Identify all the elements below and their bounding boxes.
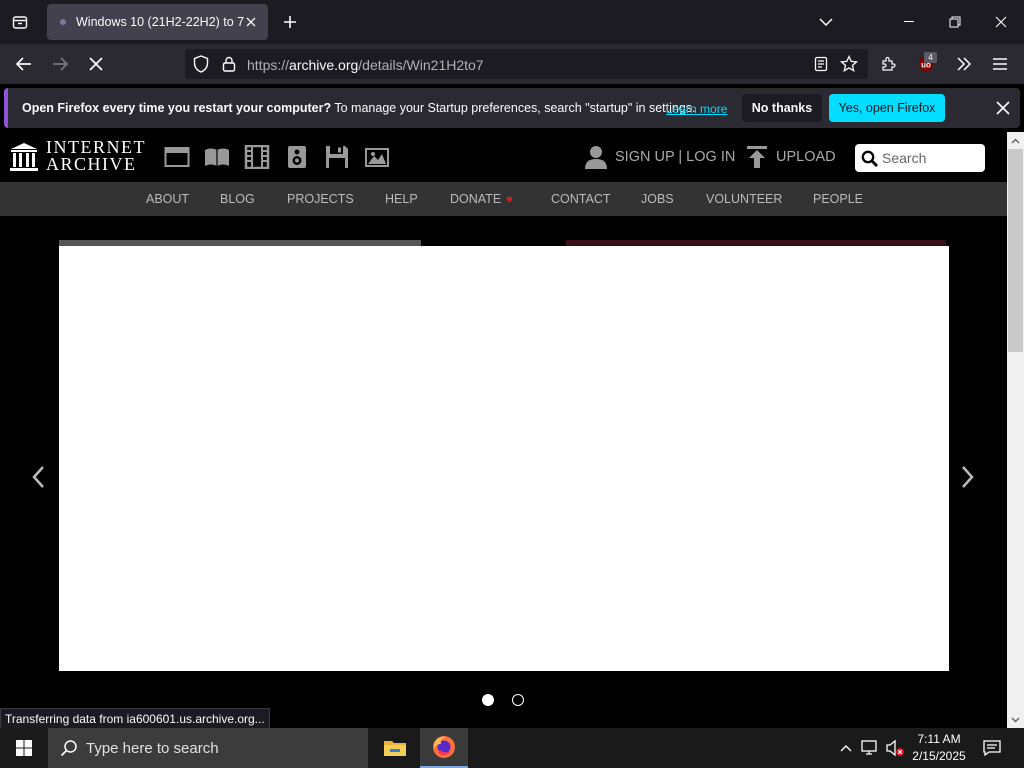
archive-logo-icon[interactable]: [10, 142, 38, 172]
audio-icon[interactable]: [284, 145, 310, 169]
nav-about[interactable]: ABOUT: [146, 192, 189, 206]
screen: Windows 10 (21H2-22H2) to 7 https://arch…: [0, 0, 1024, 768]
nav-help[interactable]: HELP: [385, 192, 418, 206]
texts-icon[interactable]: [204, 145, 230, 169]
notification-message: Open Firefox every time you restart your…: [22, 101, 696, 115]
nav-donate-label: DONATE: [450, 192, 502, 206]
video-icon[interactable]: [244, 145, 270, 169]
url-path: /details/Win21H2to7: [358, 57, 484, 73]
learn-more-link[interactable]: Learn more: [666, 102, 727, 116]
hamburger-menu-icon[interactable]: [986, 50, 1014, 78]
search-icon: [60, 740, 77, 757]
ia-search-input[interactable]: [882, 148, 980, 168]
minimize-button[interactable]: [886, 0, 932, 44]
heart-icon: ♥: [506, 194, 513, 206]
url-prefix: https://: [247, 57, 290, 73]
notification-bold-text: Open Firefox every time you restart your…: [22, 101, 332, 115]
web-page: INTERNET ARCHIVE SIGN UP | LOG IN UPLOAD…: [0, 132, 1007, 711]
clock-time: 7:11 AM: [917, 732, 961, 746]
carousel-dot-active[interactable]: [482, 694, 494, 706]
volume-muted-icon[interactable]: [885, 738, 905, 758]
restore-button[interactable]: [932, 0, 978, 44]
tab-bar: Windows 10 (21H2-22H2) to 7: [0, 0, 1024, 44]
navigation-toolbar: https://archive.org/details/Win21H2to7 u…: [0, 44, 1024, 84]
carousel-slide-image[interactable]: [59, 246, 949, 671]
chevron-left-icon[interactable]: [26, 461, 50, 493]
nav-volunteer[interactable]: VOLUNTEER: [706, 192, 782, 206]
software-icon[interactable]: [324, 145, 350, 169]
vertical-scrollbar[interactable]: [1007, 132, 1024, 728]
user-icon: [585, 146, 607, 169]
tab-loading-icon: [60, 19, 66, 25]
ia-header: INTERNET ARCHIVE SIGN UP | LOG IN UPLOAD…: [0, 132, 1007, 182]
status-panel: Transferring data from ia600601.us.archi…: [0, 708, 270, 729]
back-icon[interactable]: [10, 50, 38, 78]
reader-view-icon[interactable]: [811, 54, 831, 74]
chevron-right-icon[interactable]: [956, 461, 980, 493]
scroll-up-icon[interactable]: [1007, 132, 1024, 149]
archive-logo-text[interactable]: INTERNET ARCHIVE: [46, 138, 146, 174]
taskbar-search-box[interactable]: Type here to search: [48, 728, 368, 768]
upload-link[interactable]: UPLOAD: [747, 144, 836, 170]
image-carousel: [0, 216, 1007, 711]
file-explorer-icon[interactable]: [371, 728, 419, 768]
windows-taskbar: Type here to search 7:11 AM 2/15/2025: [0, 728, 1024, 768]
extensions-icon[interactable]: [874, 50, 902, 78]
ia-search-box: [855, 144, 985, 172]
windows-start-icon[interactable]: [0, 728, 48, 768]
chevron-down-icon[interactable]: [814, 10, 838, 34]
scrollbar-thumb[interactable]: [1008, 149, 1023, 352]
bookmark-star-icon[interactable]: [839, 54, 859, 74]
close-icon[interactable]: [993, 98, 1013, 118]
taskbar-search-placeholder: Type here to search: [86, 739, 219, 757]
sign-up-login-label: SIGN UP | LOG IN: [615, 149, 736, 165]
url-bar[interactable]: https://archive.org/details/Win21H2to7: [185, 49, 868, 79]
search-icon: [861, 150, 878, 167]
upload-icon: [747, 146, 767, 168]
clock-date: 2/15/2025: [912, 749, 966, 763]
nav-blog[interactable]: BLOG: [220, 192, 255, 206]
nav-people[interactable]: PEOPLE: [813, 192, 863, 206]
upload-label: UPLOAD: [776, 149, 836, 165]
extension-badge: 4: [924, 52, 937, 63]
tab-active[interactable]: Windows 10 (21H2-22H2) to 7: [47, 4, 268, 40]
forward-icon[interactable]: [46, 50, 74, 78]
nav-jobs[interactable]: JOBS: [641, 192, 674, 206]
logo-line-2: ARCHIVE: [46, 154, 137, 174]
carousel-dot[interactable]: [512, 694, 524, 706]
network-icon[interactable]: [860, 738, 880, 758]
shield-icon[interactable]: [191, 54, 211, 74]
lock-icon[interactable]: [219, 54, 239, 74]
system-clock[interactable]: 7:11 AM 2/15/2025: [906, 731, 972, 765]
images-icon[interactable]: [364, 145, 390, 169]
sign-up-login-link[interactable]: SIGN UP | LOG IN: [585, 144, 735, 170]
action-center-icon[interactable]: [980, 738, 1004, 758]
stop-loading-icon[interactable]: [82, 50, 110, 78]
nav-projects[interactable]: PROJECTS: [287, 192, 354, 206]
url-text[interactable]: https://archive.org/details/Win21H2to7: [247, 57, 484, 73]
chevron-double-right-icon[interactable]: [950, 50, 978, 78]
startup-notification-bar: Open Firefox every time you restart your…: [4, 88, 1020, 128]
ia-nav-bar: ABOUT BLOG PROJECTS HELP DONATE ♥ CONTACT…: [0, 182, 1007, 216]
nav-donate[interactable]: DONATE ♥: [450, 192, 513, 206]
scroll-down-icon[interactable]: [1007, 711, 1024, 728]
chevron-up-icon[interactable]: [836, 738, 856, 758]
url-host: archive.org: [289, 57, 359, 73]
tab-close-icon[interactable]: [242, 13, 260, 31]
no-thanks-button[interactable]: No thanks: [742, 94, 822, 122]
yes-open-firefox-button[interactable]: Yes, open Firefox: [829, 94, 945, 122]
notification-text: To manage your Startup preferences, sear…: [331, 101, 696, 115]
nav-contact[interactable]: CONTACT: [551, 192, 611, 206]
firefox-taskbar-icon[interactable]: [420, 728, 468, 768]
web-icon[interactable]: [164, 145, 190, 169]
close-window-button[interactable]: [978, 0, 1024, 44]
list-all-tabs-icon[interactable]: [8, 10, 32, 34]
tab-title: Windows 10 (21H2-22H2) to 7: [76, 15, 244, 29]
new-tab-icon[interactable]: [278, 10, 302, 34]
